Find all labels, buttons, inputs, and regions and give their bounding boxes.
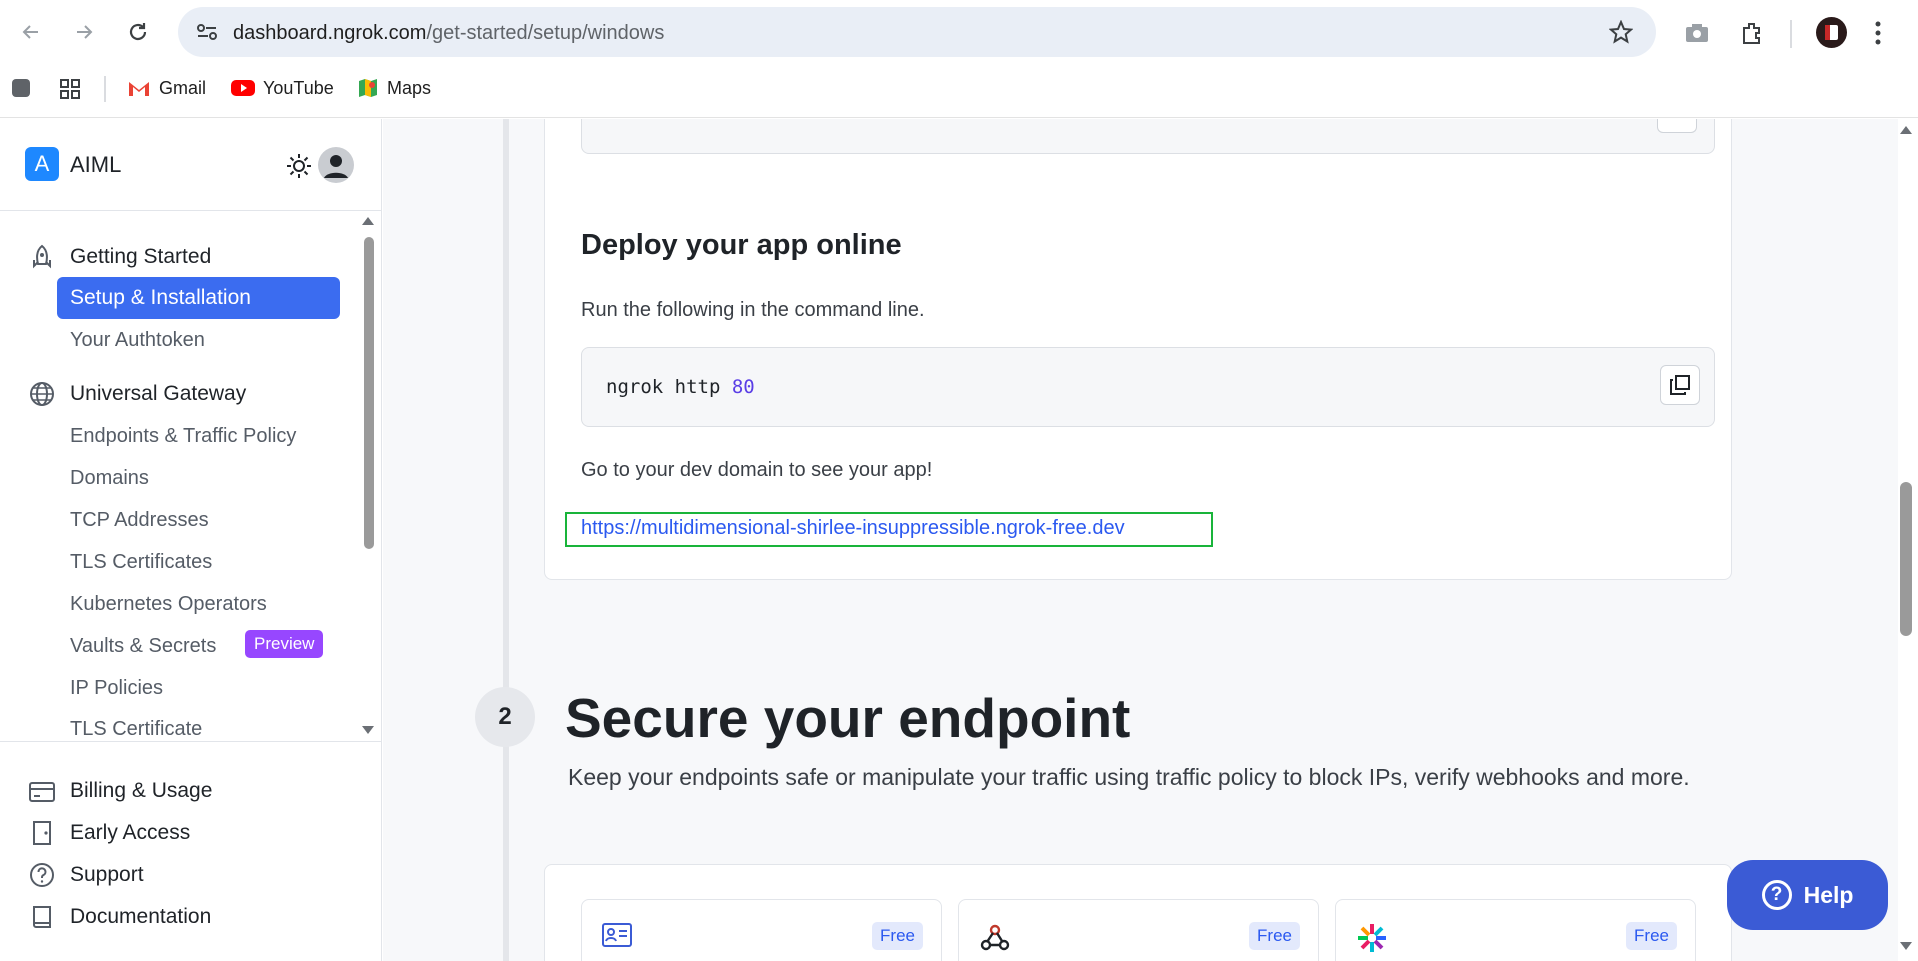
extensions-icon[interactable] [1739,20,1765,46]
profile-avatar-stripe [1825,25,1830,40]
profile-avatar[interactable] [1816,17,1847,48]
sidebar-footer-divider [0,741,381,742]
sidebar-header-divider [0,210,381,211]
scroll-up-arrow-icon[interactable] [362,217,374,225]
previous-code-block [581,119,1715,154]
bookmarks-divider [104,76,106,102]
address-bar[interactable]: dashboard.ngrok.com/get-started/setup/wi… [178,7,1656,57]
bookmark-gmail[interactable]: Gmail [127,74,206,102]
page-scrollbar-thumb[interactable] [1900,482,1912,636]
maps-icon [359,79,377,97]
back-button[interactable] [13,14,49,50]
nav-setup-installation-label: Setup & Installation [70,286,251,309]
nav-billing-usage[interactable]: Billing & Usage [70,779,212,803]
gmail-icon [129,82,149,96]
bookmark-gmail-label: Gmail [159,77,207,98]
bookmark-youtube-label: YouTube [263,77,334,98]
copy-command-button[interactable] [1660,365,1700,405]
help-button[interactable]: ? Help [1727,860,1888,930]
free-badge: Free [1249,922,1300,950]
feature-card[interactable]: Free [958,899,1319,961]
help-question-icon: ? [1761,880,1792,910]
nav-tls-certificates[interactable]: TLS Certificates [70,551,212,574]
feature-card[interactable]: Free [581,899,942,961]
steps-timeline [503,119,509,961]
bookmark-youtube[interactable]: YouTube [231,74,334,102]
id-card-icon [602,923,632,947]
reload-button[interactable] [120,14,156,50]
preview-badge: Preview [245,630,324,658]
nav-support[interactable]: Support [70,863,144,887]
page-scroll-up-icon[interactable] [1900,126,1912,134]
command-code-block: ngrok http 80 [581,347,1715,427]
globe-icon [30,382,54,406]
door-icon [33,821,51,845]
url-host: dashboard.ngrok.com [233,22,427,44]
nav-kubernetes-operators[interactable]: Kubernetes Operators [70,593,267,616]
nav-tls-certificate[interactable]: TLS Certificate [70,718,202,741]
help-label: Help [1803,881,1854,908]
burst-icon [1358,924,1386,952]
nav-universal-gateway[interactable]: Universal Gateway [70,382,246,406]
nav-your-authtoken[interactable]: Your Authtoken [70,329,205,352]
command-port: 80 [731,376,755,398]
url-text: dashboard.ngrok.com/get-started/setup/wi… [233,22,664,45]
reload-icon [129,23,147,41]
command-text: ngrok http 80 [606,376,755,398]
bookmark-maps-label: Maps [387,77,432,98]
dev-domain-link[interactable]: https://multidimensional-shirlee-insuppr… [581,517,1125,540]
secure-endpoint-title: Secure your endpoint [565,687,1131,749]
nav-setup-installation[interactable]: Setup & Installation [57,277,340,319]
nav-tcp-addresses[interactable]: TCP Addresses [70,509,209,532]
user-avatar-icon[interactable] [318,147,354,183]
bookmark-maps[interactable]: Maps [357,74,431,102]
tab-search-icon[interactable] [11,78,31,98]
support-question-icon [30,863,54,887]
page-scroll-down-icon[interactable] [1900,942,1912,950]
copy-icon [1670,375,1690,395]
site-settings-icon[interactable] [196,22,218,42]
free-badge: Free [1626,922,1677,950]
sidebar-scrollbar-thumb[interactable] [364,237,374,549]
nav-ip-policies[interactable]: IP Policies [70,677,163,700]
nav-domains[interactable]: Domains [70,467,149,490]
bookmark-star-icon[interactable] [1609,20,1633,44]
dev-domain-hint: Go to your dev domain to see your app! [581,459,933,481]
billing-card-icon [29,782,55,802]
sidebar: A AIML Getting Started Setup & Installat… [0,119,382,961]
camera-icon[interactable] [1684,22,1710,44]
previous-copy-button[interactable] [1657,119,1697,133]
youtube-icon [231,80,255,96]
deploy-description: Run the following in the command line. [581,299,925,321]
nav-vaults-secrets[interactable]: Vaults & Secrets [70,635,216,658]
arrow-left-icon [22,25,38,39]
webhook-icon [980,924,1010,951]
feature-cards-container: Free Free Free [544,864,1732,961]
theme-toggle-sun-icon[interactable] [286,153,312,179]
workspace-name[interactable]: AIML [70,152,121,178]
secure-endpoint-description: Keep your endpoints safe or manipulate y… [568,764,1690,790]
scroll-down-arrow-icon[interactable] [362,726,374,734]
url-path: /get-started/setup/windows [426,22,665,44]
toolbar-divider [1790,20,1792,48]
command-name: ngrok http [606,376,732,398]
step-number-badge: 2 [475,687,535,747]
feature-card[interactable]: Free [1335,899,1696,961]
nav-documentation[interactable]: Documentation [70,905,211,929]
workspace-avatar[interactable]: A [25,147,59,181]
nav-early-access[interactable]: Early Access [70,821,190,845]
deploy-title: Deploy your app online [581,229,902,261]
forward-button[interactable] [66,14,102,50]
rocket-icon [33,244,51,269]
nav-endpoints-traffic-policy[interactable]: Endpoints & Traffic Policy [70,425,296,448]
apps-grid-icon[interactable] [59,78,81,100]
more-vert-icon[interactable] [1874,20,1882,46]
nav-getting-started[interactable]: Getting Started [70,245,211,269]
arrow-right-icon [77,25,93,39]
main-content: Deploy your app online Run the following… [383,119,1898,961]
free-badge: Free [872,922,923,950]
browser-chrome: dashboard.ngrok.com/get-started/setup/wi… [0,0,1918,118]
book-icon [33,906,51,928]
